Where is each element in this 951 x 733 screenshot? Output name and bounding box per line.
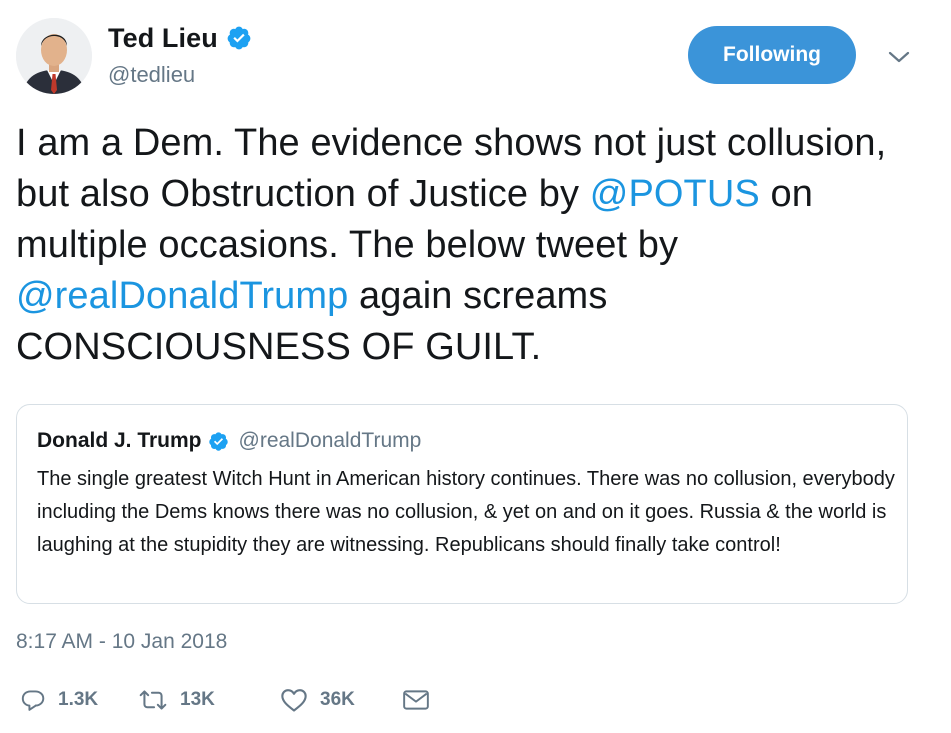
mention-link[interactable]: @realDonaldTrump <box>16 275 348 317</box>
retweet-button[interactable]: 13K <box>138 682 280 718</box>
like-button[interactable]: 36K <box>280 682 402 718</box>
retweet-icon <box>139 690 167 710</box>
tweet-text: I am a Dem. The evidence shows not just … <box>16 118 916 373</box>
quoted-tweet[interactable]: Donald J. Trump @realDonaldTrump The sin… <box>16 404 908 604</box>
direct-message-button[interactable] <box>402 682 430 718</box>
author-handle[interactable]: @tedlieu <box>108 62 195 88</box>
reply-button[interactable]: 1.3K <box>20 682 138 718</box>
quoted-tweet-header: Donald J. Trump @realDonaldTrump <box>37 427 421 455</box>
heart-icon <box>281 689 307 712</box>
mention-link[interactable]: @POTUS <box>590 173 760 215</box>
verified-badge-icon <box>226 25 252 51</box>
tweet-card: Ted Lieu @tedlieu Following I am a Dem. … <box>0 0 951 733</box>
following-button[interactable]: Following <box>688 26 856 84</box>
tweet-actions: 1.3K 13K 36K <box>20 682 430 718</box>
chevron-down-icon <box>888 51 910 63</box>
reply-count: 1.3K <box>58 689 99 710</box>
envelope-icon <box>403 690 429 710</box>
more-options-button[interactable] <box>884 44 914 70</box>
reply-icon <box>21 690 45 711</box>
like-count: 36K <box>320 689 355 710</box>
author-display-name[interactable]: Ted Lieu <box>108 23 218 54</box>
avatar[interactable] <box>16 18 92 94</box>
verified-badge-icon <box>208 431 229 452</box>
profile-photo <box>16 18 92 94</box>
quoted-tweet-text: The single greatest Witch Hunt in Americ… <box>37 468 895 556</box>
quoted-display-name: Donald J. Trump <box>37 429 202 452</box>
retweet-count: 13K <box>180 689 215 710</box>
author-name-row: Ted Lieu <box>108 20 252 56</box>
quoted-handle: @realDonaldTrump <box>238 429 422 452</box>
tweet-timestamp[interactable]: 8:17 AM - 10 Jan 2018 <box>16 630 227 654</box>
